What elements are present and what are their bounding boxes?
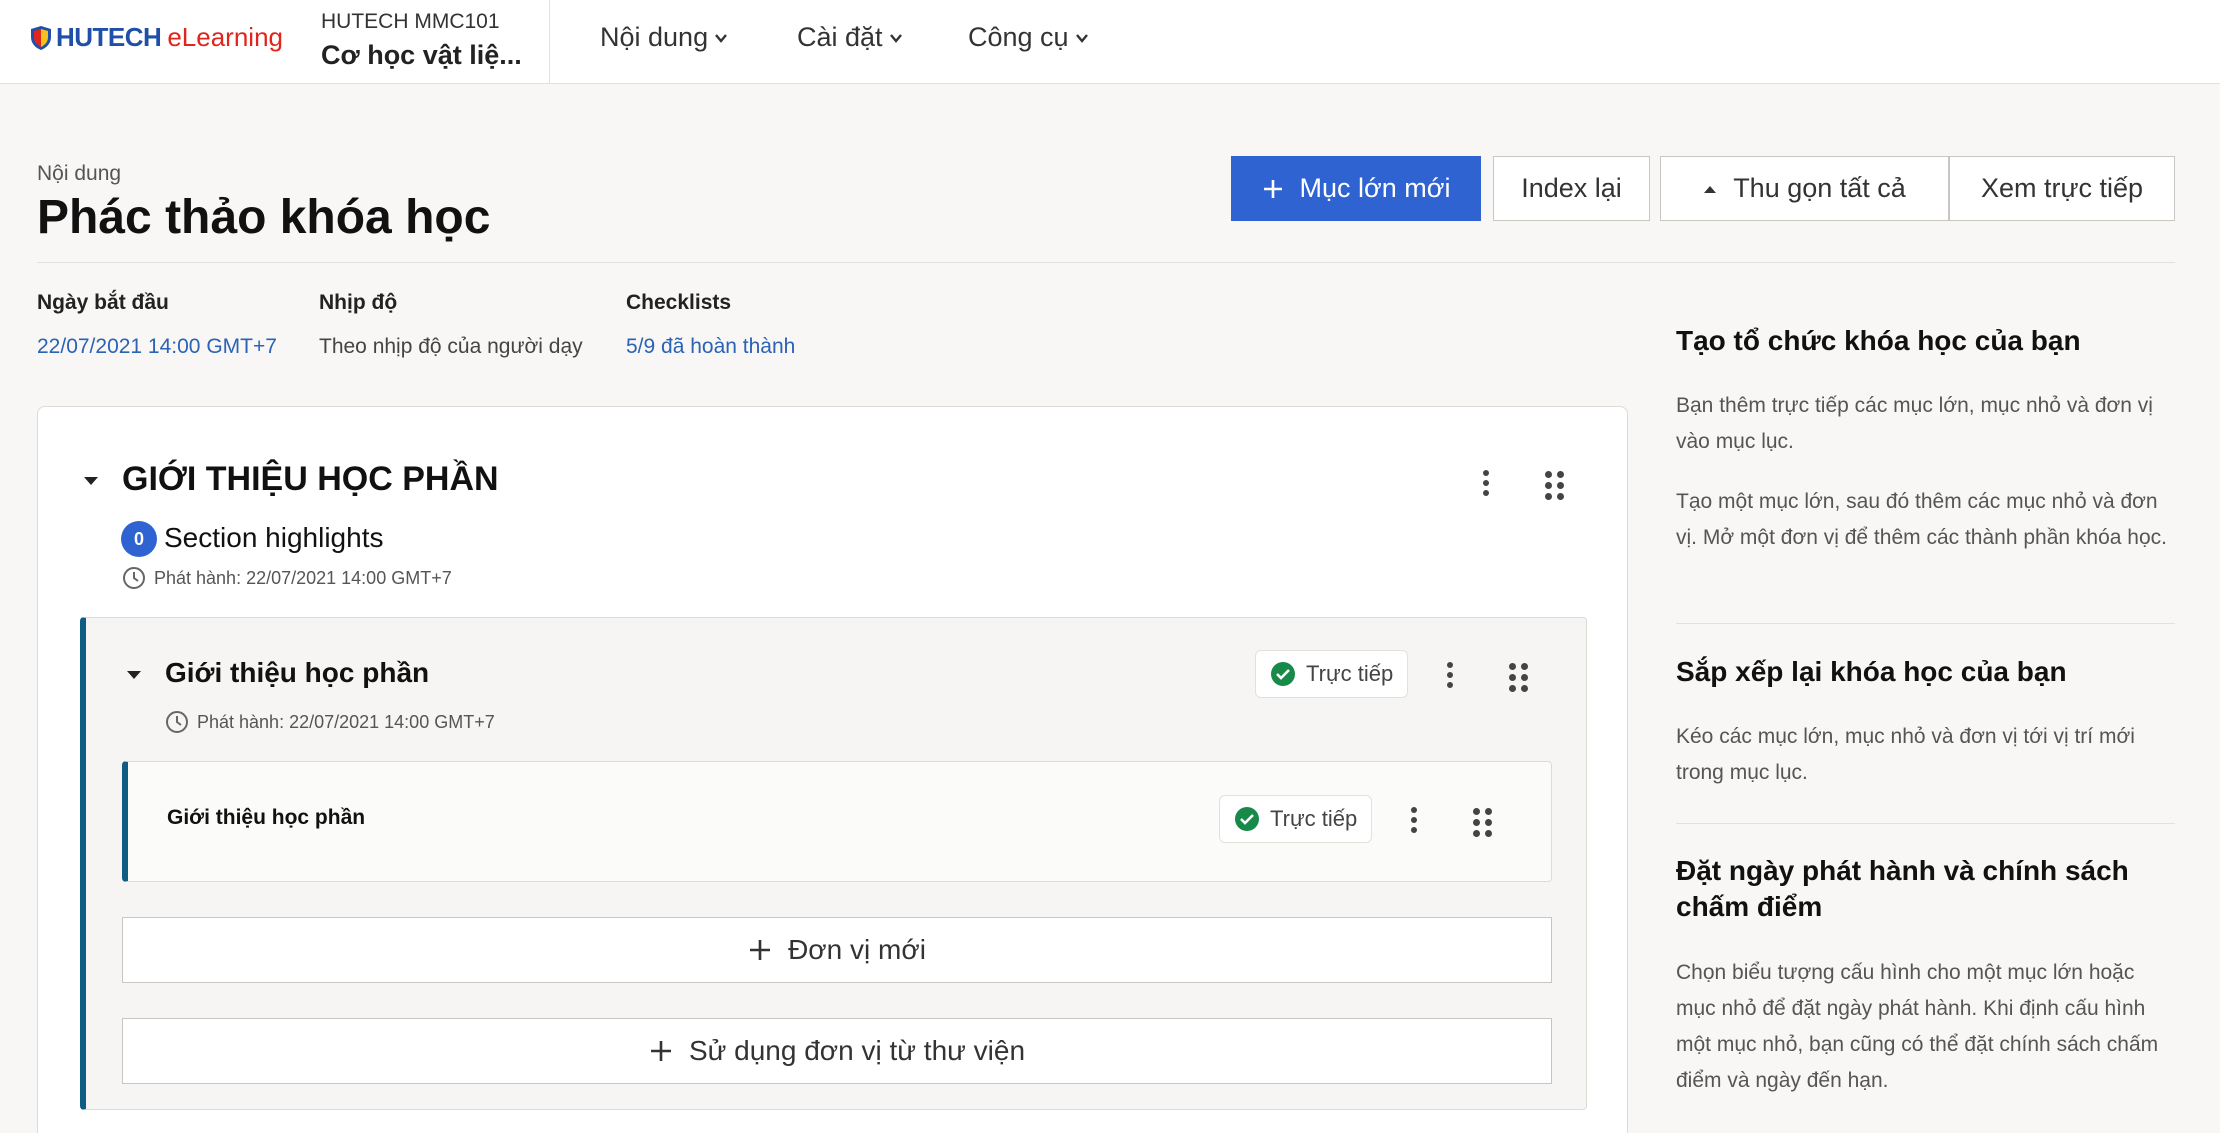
unit-title[interactable]: Giới thiệu học phần: [167, 806, 365, 830]
subsection-status-badge: Trực tiếp: [1255, 650, 1409, 698]
clock-icon: [123, 567, 145, 589]
reindex-label: Index lại: [1521, 173, 1622, 203]
library-unit-button[interactable]: Sử dụng đơn vị từ thư viện: [122, 1018, 1552, 1084]
logo-suffix: eLearning: [167, 22, 283, 52]
course-id: HUTECH MMC101: [321, 10, 500, 33]
pace-label: Nhịp độ: [319, 291, 398, 314]
help-heading-organize: Tạo tổ chức khóa học của bạn: [1676, 325, 2081, 356]
unit-status-text: Trực tiếp: [1270, 806, 1358, 831]
nav-tools[interactable]: Công cụ: [968, 22, 1089, 53]
section-drag-handle-icon[interactable]: [1545, 471, 1564, 500]
collapse-all-label: Thu gọn tất cả: [1733, 173, 1906, 203]
help-text-organize-2: Tạo một mục lớn, sau đó thêm các mục nhỏ…: [1676, 490, 2167, 549]
checklists-link[interactable]: 5/9 đã hoàn thành: [626, 335, 795, 359]
section-release-info: Phát hành: 22/07/2021 14:00 GMT+7: [122, 566, 452, 590]
hutech-logo[interactable]: HUTECH eLearning: [30, 22, 283, 53]
clock-icon: [166, 711, 188, 733]
unit-status-badge: Trực tiếp: [1219, 795, 1373, 843]
subsection-title[interactable]: Giới thiệu học phần: [165, 657, 429, 689]
new-section-button[interactable]: Mục lớn mới: [1231, 156, 1481, 221]
help-heading-reorder: Sắp xếp lại khóa học của bạn: [1676, 656, 2067, 687]
logo-brand: HUTECH: [56, 22, 162, 52]
help-divider: [1676, 623, 2175, 624]
check-circle-icon: [1270, 661, 1296, 687]
course-name: Cơ học vật liệ...: [321, 40, 522, 70]
help-text-organize-1: Bạn thêm trực tiếp các mục lớn, mục nhỏ …: [1676, 394, 2153, 453]
chevron-down-icon: [715, 33, 728, 43]
nav-content-label: Nội dung: [600, 22, 709, 52]
nav-content[interactable]: Nội dung: [600, 22, 728, 53]
reindex-button[interactable]: Index lại: [1493, 156, 1650, 221]
page-subtitle: Nội dung: [37, 162, 122, 185]
unit-menu-kebab-icon[interactable]: [1410, 807, 1418, 833]
nav-settings-label: Cài đặt: [797, 22, 883, 52]
nav-tools-label: Công cụ: [968, 22, 1069, 52]
caret-up-icon: [1703, 184, 1717, 194]
view-live-button[interactable]: Xem trực tiếp: [1949, 156, 2175, 221]
help-heading-release: Đặt ngày phát hành và chính sách chấm đi…: [1676, 855, 2129, 922]
title-divider: [37, 262, 2175, 263]
start-date-link[interactable]: 22/07/2021 14:00 GMT+7: [37, 335, 277, 359]
help-divider: [1676, 823, 2175, 824]
pace-value: Theo nhịp độ của người dạy: [319, 335, 583, 358]
section-menu-kebab-icon[interactable]: [1482, 470, 1490, 496]
section-collapse-caret-icon[interactable]: [83, 476, 99, 486]
library-unit-label: Sử dụng đơn vị từ thư viện: [688, 1035, 1026, 1066]
subsection-drag-handle-icon[interactable]: [1509, 663, 1528, 692]
page-title: Phác thảo khóa học: [37, 191, 491, 244]
nav-settings[interactable]: Cài đặt: [797, 22, 903, 53]
plus-icon: [748, 938, 772, 962]
start-date-label: Ngày bắt đầu: [37, 291, 169, 314]
subsection-release-text: Phát hành: 22/07/2021 14:00 GMT+7: [197, 711, 495, 732]
subsection-release-info: Phát hành: 22/07/2021 14:00 GMT+7: [165, 710, 495, 734]
subsection-status-text: Trực tiếp: [1306, 661, 1394, 686]
subsection-menu-kebab-icon[interactable]: [1446, 662, 1454, 688]
new-unit-button[interactable]: Đơn vị mới: [122, 917, 1552, 983]
new-unit-label: Đơn vị mới: [788, 934, 926, 965]
header-divider: [549, 0, 550, 84]
top-bar: HUTECH eLearning HUTECH MMC101 Cơ học vậ…: [0, 0, 2220, 84]
highlights-count-badge: 0: [121, 521, 157, 557]
section-title[interactable]: GIỚI THIỆU HỌC PHẦN: [122, 460, 499, 499]
shield-logo-icon: [31, 25, 51, 50]
help-text-reorder: Kéo các mục lớn, mục nhỏ và đơn vị tới v…: [1676, 725, 2135, 784]
new-section-label: Mục lớn mới: [1299, 173, 1451, 203]
chevron-down-icon: [1075, 33, 1088, 43]
section-release-text: Phát hành: 22/07/2021 14:00 GMT+7: [154, 567, 452, 588]
check-circle-icon: [1234, 806, 1260, 832]
collapse-all-button[interactable]: Thu gọn tất cả: [1660, 156, 1949, 221]
checklists-label: Checklists: [626, 291, 732, 314]
view-live-label: Xem trực tiếp: [1980, 173, 2144, 203]
subsection-collapse-caret-icon[interactable]: [126, 670, 142, 680]
plus-icon: [1262, 178, 1284, 200]
unit-drag-handle-icon[interactable]: [1473, 808, 1492, 837]
help-text-release: Chọn biểu tượng cấu hình cho một mục lớn…: [1676, 961, 2159, 1092]
chevron-down-icon: [889, 33, 902, 43]
plus-icon: [649, 1039, 673, 1063]
section-highlights-link[interactable]: Section highlights: [164, 522, 383, 554]
